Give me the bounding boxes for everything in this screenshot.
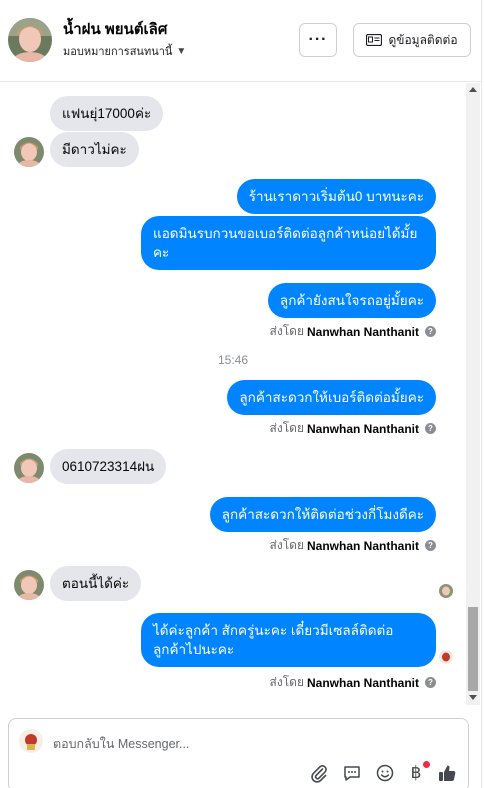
- saved-replies-button[interactable]: [342, 763, 362, 783]
- scroll-down-arrow-icon[interactable]: [469, 695, 477, 700]
- sent-by-prefix: ส่งโดย: [269, 324, 304, 338]
- outgoing-message: ได้ค่ะลูกค้า สักครู่นะคะ เดี๋ยวมีเซลล์ติ…: [141, 613, 436, 667]
- attach-button[interactable]: [309, 763, 329, 783]
- help-icon[interactable]: ?: [425, 540, 436, 551]
- caret-down-icon: ▼: [176, 45, 187, 57]
- sent-by-label: ส่งโดย Nanwhan Nanthanit ?: [270, 536, 436, 555]
- sent-by-label: ส่งโดย Nanwhan Nanthanit ?: [270, 419, 436, 438]
- sent-by-prefix: ส่งโดย: [269, 421, 304, 435]
- incoming-message: มีดาวไม่คะ: [50, 132, 139, 167]
- outgoing-message: ร้านเราดาวเริ่มต้น0 บาทนะคะ: [236, 179, 436, 214]
- help-icon[interactable]: ?: [425, 326, 436, 337]
- sent-by-prefix: ส่งโดย: [269, 675, 304, 689]
- sent-by-agent: Nanwhan Nanthanit: [306, 421, 419, 436]
- more-options-button[interactable]: ···: [299, 23, 337, 57]
- sent-by-label: ส่งโดย Nanwhan Nanthanit ?: [270, 673, 436, 692]
- chat-bubble-icon: [344, 766, 360, 781]
- scrollbar-thumb[interactable]: [468, 607, 478, 691]
- reply-input[interactable]: ตอบกลับใน Messenger...: [53, 734, 189, 754]
- like-button[interactable]: [437, 763, 457, 783]
- sent-by-agent: Nanwhan Nanthanit: [306, 538, 419, 553]
- scroll-up-arrow-icon[interactable]: [469, 87, 477, 92]
- smiley-icon: [376, 764, 394, 782]
- contact-message-avatar: [14, 453, 44, 483]
- sent-by-label: ส่งโดย Nanwhan Nanthanit ?: [270, 322, 436, 341]
- emoji-button[interactable]: [375, 763, 395, 783]
- sent-by-agent: Nanwhan Nanthanit: [306, 324, 419, 339]
- assign-conversation-dropdown[interactable]: มอบหมายการสนทนานี้ ▼: [63, 42, 186, 60]
- view-contact-info-label: ดูข้อมูลติดต่อ: [388, 32, 458, 47]
- contact-message-avatar: [14, 137, 44, 167]
- outgoing-message: ลูกค้าสะดวกให้ติดต่อช่วงกี่โมงดีคะ: [209, 497, 436, 532]
- contact-name: น้ำฝน พยนต์เลิศ: [63, 21, 168, 38]
- panel-divider: [481, 0, 485, 788]
- outgoing-message: ลูกค้ายังสนใจรถอยู่มั้ยคะ: [267, 283, 436, 318]
- sent-by-prefix: ส่งโดย: [269, 538, 304, 552]
- help-icon[interactable]: ?: [425, 423, 436, 434]
- view-contact-info-button[interactable]: ดูข้อมูลติดต่อ: [353, 23, 471, 57]
- seen-receipt-avatar: [439, 650, 453, 664]
- seen-receipt-avatar: [439, 584, 453, 598]
- incoming-message: ตอนนี้ได้ค่ะ: [50, 566, 142, 601]
- contact-avatar[interactable]: [8, 18, 52, 62]
- more-dots-icon: ···: [308, 31, 328, 48]
- incoming-message: แฟนยุ่17000ค่ะ: [50, 96, 164, 131]
- baht-icon: ฿: [410, 763, 422, 782]
- message-composer[interactable]: ตอบกลับใน Messenger... ฿: [8, 718, 469, 788]
- incoming-message: 0610723314ฝน: [50, 449, 167, 484]
- outgoing-message: แอดมินรบกวนขอเบอร์ติดต่อลูกค้าหน่อยได้มั…: [141, 216, 436, 270]
- thumbs-up-icon: [439, 765, 456, 781]
- contact-card-icon: [366, 34, 383, 46]
- outgoing-message: ลูกค้าสะดวกให้เบอร์ติดต่อมั้ยคะ: [227, 380, 436, 415]
- help-icon[interactable]: ?: [425, 677, 436, 688]
- paperclip-icon: [311, 765, 327, 783]
- conversation-header: น้ำฝน พยนต์เลิศ มอบหมายการสนทนานี้ ▼ ···…: [0, 0, 485, 82]
- chat-scrollbar[interactable]: [466, 83, 480, 705]
- notification-dot: [423, 761, 430, 768]
- message-thread[interactable]: แฟนยุ่17000ค่ะ มีดาวไม่คะ ร้านเราดาวเริ่…: [0, 83, 466, 705]
- message-timestamp: 15:46: [217, 353, 249, 367]
- contact-message-avatar: [14, 570, 44, 600]
- page-avatar: [19, 729, 43, 753]
- sent-by-agent: Nanwhan Nanthanit: [306, 675, 419, 690]
- assign-label: มอบหมายการสนทนานี้: [63, 46, 173, 58]
